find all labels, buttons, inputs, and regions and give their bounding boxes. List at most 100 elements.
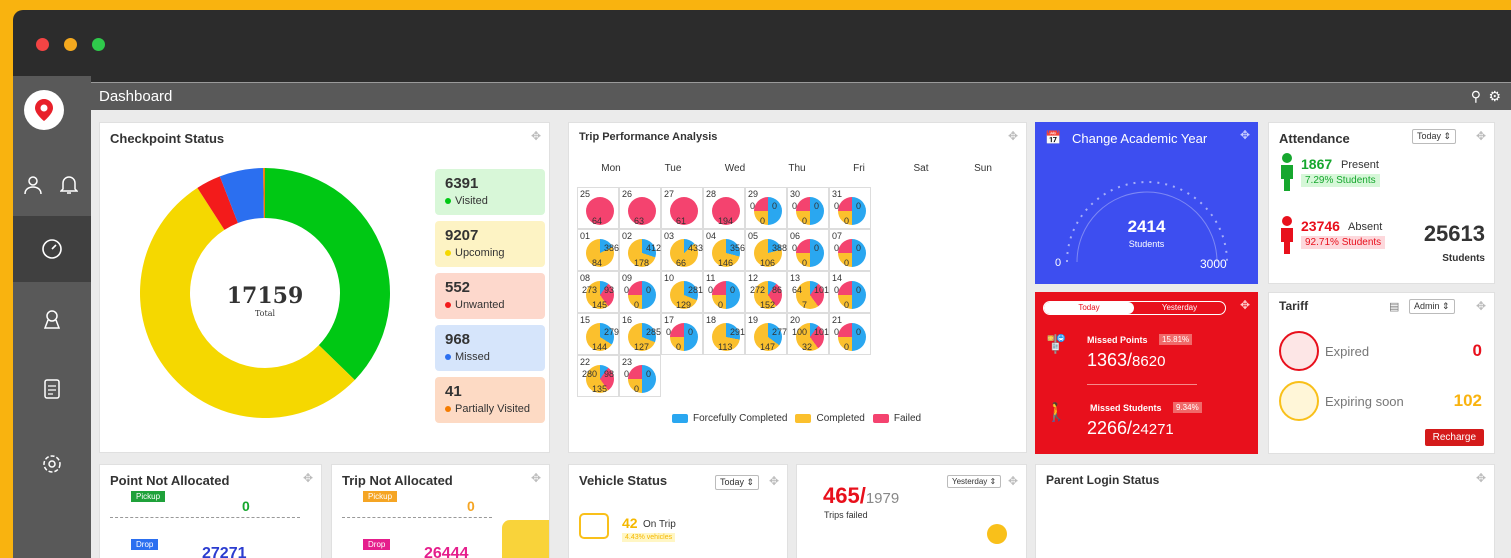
pie-value: 0 [730,285,736,295]
calendar-day-cell[interactable]: 18 113 291 [703,313,745,355]
calendar-day-cell[interactable]: 16 127 285 [619,313,661,355]
gear-icon[interactable]: ⚙ [1488,88,1501,105]
pie-value: 277 [772,327,788,337]
move-icon[interactable]: ✥ [1240,128,1250,142]
calendar-day-cell[interactable]: 13 7 101 64 [787,271,829,313]
pie-value: 0 [772,201,778,211]
filter-icon[interactable]: ⚲ [1471,88,1481,105]
calendar-day-cell[interactable]: 05 106 388 [745,229,787,271]
calendar-day-cell[interactable]: 20 32 101 100 [787,313,829,355]
pie-value: 272 [750,285,766,295]
move-icon[interactable]: ✥ [1476,471,1486,485]
bus-circle-icon [987,524,1007,544]
location-pin-icon [35,99,53,121]
settings-icon[interactable] [39,451,65,477]
calendar-day-cell[interactable]: 14 0 0 0 [829,271,871,313]
maximize-window-button[interactable] [92,38,105,51]
pie-value: 291 [730,327,746,337]
move-icon[interactable]: ✥ [1008,129,1018,143]
pie-value: 106 [760,258,776,268]
calendar-day-cell[interactable]: 23 0 0 0 [619,355,661,397]
move-icon[interactable]: ✥ [303,471,313,485]
move-icon[interactable]: ✥ [769,474,779,488]
stat-box-upcoming[interactable]: 9207 Upcoming [435,221,545,267]
move-icon[interactable]: ✥ [1240,298,1250,312]
card-title: Vehicle Status [579,473,668,488]
calendar-day-cell[interactable]: 07 0 0 0 [829,229,871,271]
calendar-day-cell[interactable]: 15 144 279 [577,313,619,355]
trip-pie [838,323,866,351]
pie-value: 0 [708,285,714,295]
dashboard-content: Checkpoint Status ✥ 17159 Total 6391 Visi… [91,110,1511,558]
calendar-day-cell[interactable]: 17 0 0 0 [661,313,703,355]
calendar-day-cell[interactable]: 06 0 0 0 [787,229,829,271]
calendar-day-cell[interactable]: 26 63 [619,187,661,229]
bell-icon[interactable] [56,172,82,198]
calendar-day-cell[interactable]: 09 0 0 0 [619,271,661,313]
calendar-day-cell[interactable]: 19 147 277 [745,313,787,355]
pie-value: 279 [604,327,620,337]
calendar-day-cell[interactable]: 25 64 [577,187,619,229]
pie-value: 7 [802,300,808,310]
move-icon[interactable]: ✥ [1476,129,1486,143]
tariff-filter-select[interactable]: Admin ⇕ [1409,299,1455,314]
calendar-day-cell[interactable]: 02 178 412 [619,229,661,271]
present-person-icon [1281,153,1293,191]
weekday-label: Fri [853,163,865,174]
calendar-day-cell[interactable]: 31 0 0 0 [829,187,871,229]
total-students: 25613 [1423,221,1485,246]
calendar-day-cell[interactable]: 08 145 93 273 [577,271,619,313]
pickup-tag: Pickup [131,491,166,502]
calendar-day-cell[interactable]: 21 0 0 0 [829,313,871,355]
move-icon[interactable]: ✥ [1008,474,1018,488]
pie-value: 113 [718,342,733,352]
card-title: Parent Login Status [1046,473,1160,487]
calendar-day-cell[interactable]: 11 0 0 0 [703,271,745,313]
calendar-day-cell[interactable]: 01 84 386 [577,229,619,271]
calendar-day-cell[interactable]: 10 129 281 [661,271,703,313]
recharge-button[interactable]: Recharge [1424,429,1484,446]
day-number: 29 [748,189,759,199]
toggle-today[interactable]: Today [1044,302,1134,314]
move-icon[interactable]: ✥ [531,471,541,485]
calendar-day-cell[interactable]: 30 0 0 0 [787,187,829,229]
pickup-value: 0 [242,498,250,514]
move-icon[interactable]: ✥ [1476,299,1486,313]
app-logo[interactable] [24,90,64,130]
present-count: 1867 [1301,156,1333,172]
close-window-button[interactable] [36,38,49,51]
minimize-window-button[interactable] [64,38,77,51]
calendar-day-cell[interactable]: 04 146 356 [703,229,745,271]
calendar-day-cell[interactable]: 27 61 [661,187,703,229]
pie-value: 101 [814,285,830,295]
stat-box-visited[interactable]: 6391 Visited [435,169,545,215]
calendar-day-cell[interactable]: 29 0 0 0 [745,187,787,229]
pie-value: 129 [676,300,692,310]
weekday-label: Tue [664,163,682,174]
calendar-day-cell[interactable]: 12 152 86 272 [745,271,787,313]
stat-box-missed[interactable]: 968 Missed [435,325,545,371]
day-toggle[interactable]: Today Yesterday [1043,301,1226,315]
pie-value: 0 [834,327,840,337]
calendar-day-cell[interactable]: 03 66 433 [661,229,703,271]
route-icon[interactable] [39,306,65,332]
move-icon[interactable]: ✥ [531,129,541,143]
document-icon[interactable]: ▤ [1389,300,1399,313]
gauge-icon[interactable] [39,236,65,262]
user-icon[interactable] [20,172,46,198]
stat-box-unwanted[interactable]: 552 Unwanted [435,273,545,319]
calendar-day-cell[interactable]: 28 194 [703,187,745,229]
attendance-filter-select[interactable]: Today ⇕ [1412,129,1457,144]
pie-value: 32 [802,342,813,352]
pie-value: 0 [856,201,862,211]
day-number: 27 [664,189,675,199]
academic-year-card[interactable]: 📅 Change Academic Year ✥ 2414 Students 0… [1035,122,1258,284]
calendar-day-cell[interactable]: 22 135 98 280 [577,355,619,397]
stat-box-partially-visited[interactable]: 41 Partially Visited [435,377,545,423]
vehicle-filter-select[interactable]: Today ⇕ [715,475,760,490]
trips-filter-select[interactable]: Yesterday ⇕ [947,475,1002,488]
top-bar: Dashboard ⚲ ⚙ [91,82,1511,110]
toggle-yesterday[interactable]: Yesterday [1134,302,1225,314]
document-icon[interactable] [39,376,65,402]
donut-slice-visited[interactable] [265,168,390,380]
